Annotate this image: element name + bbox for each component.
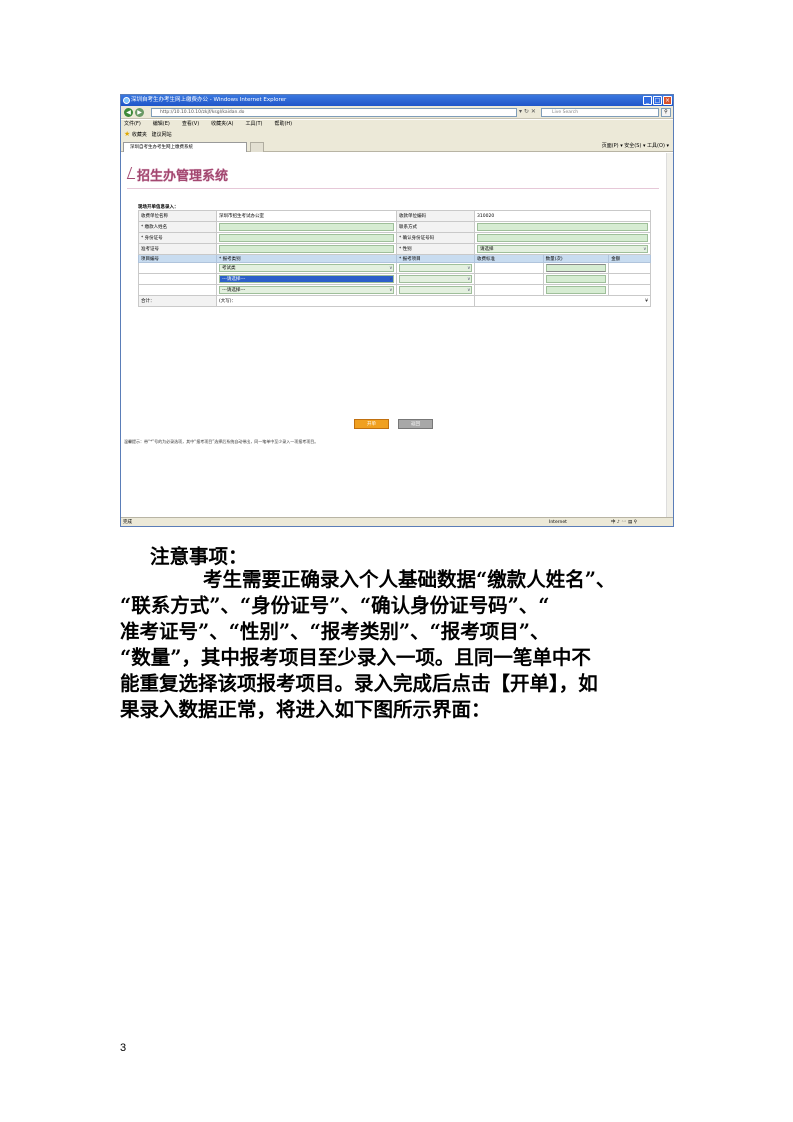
title-divider bbox=[127, 188, 659, 189]
contact-input[interactable] bbox=[477, 223, 648, 231]
org-value: 深圳市招生考试办公室 bbox=[216, 210, 397, 222]
col-project: * 报考项目 bbox=[396, 254, 475, 263]
window-title: 深圳自考生办考生网上缴费办公 - Windows Internet Explor… bbox=[131, 97, 287, 103]
payer-name-input[interactable] bbox=[219, 223, 394, 231]
back-button[interactable]: 返回 bbox=[398, 419, 433, 429]
minimize-button[interactable]: _ bbox=[643, 96, 652, 105]
vertical-scrollbar[interactable] bbox=[666, 153, 673, 517]
tab-tools[interactable]: 页面(P) ▾ 安全(S) ▾ 工具(O) ▾ bbox=[602, 141, 669, 151]
total-value: (大写)： bbox=[216, 295, 475, 307]
paragraph-line-6: 果录入数据正常，将进入如下图所示界面： bbox=[120, 698, 491, 721]
tab-bar: 深圳自考生办考生网上缴费系统 页面(P) ▾ 安全(S) ▾ 工具(O) ▾ bbox=[121, 140, 673, 152]
status-tray-icons: 中 ♪ ◦◦ ▤ ⚲ bbox=[611, 520, 637, 525]
favorites-button[interactable]: 收藏夹 bbox=[132, 132, 147, 138]
col-category: * 报考类别 bbox=[216, 254, 397, 263]
col-fee: 收费标准 bbox=[474, 254, 544, 263]
page-content: 招生办管理系统 现场开单信息录入： 收费单位名称 深圳市招生考试办公室 收款单位… bbox=[121, 153, 666, 517]
total-yuan: ¥ bbox=[474, 295, 651, 307]
project-select[interactable] bbox=[399, 275, 472, 283]
col-amount: 金额 bbox=[608, 254, 651, 263]
menu-view[interactable]: 查看(V) bbox=[182, 120, 199, 129]
menu-file[interactable]: 文件(F) bbox=[124, 120, 141, 129]
status-bar: 完成 Internet 中 ♪ ◦◦ ▤ ⚲ bbox=[121, 517, 673, 526]
browser-tab[interactable]: 深圳自考生办考生网上缴费系统 bbox=[123, 142, 247, 152]
exam-number-input[interactable] bbox=[219, 245, 394, 253]
contact-label: 联系方式 bbox=[396, 221, 475, 233]
security-zone: Internet bbox=[549, 520, 567, 525]
gender-select[interactable]: 请选择 bbox=[477, 245, 648, 253]
system-title: 招生办管理系统 bbox=[137, 169, 229, 184]
new-tab-button[interactable] bbox=[250, 142, 264, 152]
forward-icon[interactable]: ▶ bbox=[135, 108, 144, 117]
payer-label: * 缴款人姓名 bbox=[138, 221, 217, 233]
ie-logo-icon bbox=[123, 97, 130, 104]
back-icon[interactable]: ◀ bbox=[124, 108, 133, 117]
table-row: ---请选择--- bbox=[138, 273, 651, 285]
window-titlebar: 深圳自考生办考生网上缴费办公 - Windows Internet Explor… bbox=[121, 95, 673, 106]
table-row: 考试类 bbox=[138, 262, 651, 274]
category-select[interactable]: 考试类 bbox=[219, 264, 394, 272]
menu-help[interactable]: 帮助(H) bbox=[274, 120, 292, 129]
quantity-input[interactable] bbox=[545, 275, 607, 283]
code-value: 310020 bbox=[474, 210, 651, 222]
close-button[interactable]: × bbox=[663, 96, 672, 105]
open-order-button[interactable]: 开单 bbox=[354, 419, 389, 429]
gender-label: * 性别 bbox=[396, 243, 475, 255]
status-text: 完成 bbox=[123, 520, 132, 525]
id-number-input[interactable] bbox=[219, 234, 394, 242]
col-item-no: 项目编号 bbox=[138, 254, 217, 263]
quantity-input[interactable] bbox=[545, 286, 607, 294]
org-label: 收费单位名称 bbox=[138, 210, 217, 222]
menu-edit[interactable]: 编辑(E) bbox=[153, 120, 170, 129]
menu-favorites[interactable]: 收藏夹(A) bbox=[211, 120, 233, 129]
project-select[interactable] bbox=[399, 286, 472, 294]
hint-text: 温馨提示：带“*”号的为必录选项，其中“报考项目”选择后系统自动带出，同一笔单中… bbox=[124, 439, 319, 444]
menu-bar: 文件(F) 编辑(E) 查看(V) 收藏夹(A) 工具(T) 帮助(H) bbox=[121, 120, 673, 129]
menu-tools[interactable]: 工具(T) bbox=[246, 120, 263, 129]
id-confirm-label: * 确认身份证号码 bbox=[396, 232, 475, 244]
screenshot-frame: 深圳自考生办考生网上缴费办公 - Windows Internet Explor… bbox=[120, 94, 674, 527]
project-select[interactable] bbox=[399, 264, 472, 272]
favorites-bar: ★ 收藏夹 建议网站 bbox=[121, 129, 673, 140]
col-qty: 数量(次) bbox=[542, 254, 610, 263]
id-confirm-input[interactable] bbox=[477, 234, 648, 242]
search-input[interactable]: Live Search bbox=[541, 108, 659, 117]
category-select[interactable]: ---请选择--- bbox=[219, 286, 394, 294]
entry-form: 收费单位名称 深圳市招生考试办公室 收款单位编码 310020 * 缴款人姓名 … bbox=[138, 210, 651, 307]
id-label: * 身份证号 bbox=[138, 232, 217, 244]
table-row: ---请选择--- bbox=[138, 284, 651, 296]
search-icon[interactable]: ⚲ bbox=[661, 108, 671, 117]
exam-label: 准考证号 bbox=[138, 243, 217, 255]
page-number: 3 bbox=[120, 1042, 127, 1054]
suggested-sites-link[interactable]: 建议网站 bbox=[152, 132, 172, 138]
maximize-button[interactable]: □ bbox=[653, 96, 662, 105]
category-select[interactable]: ---请选择--- bbox=[219, 275, 394, 283]
code-label: 收款单位编码 bbox=[396, 210, 475, 222]
url-input[interactable]: http://10.10.10.10/zkjf/ksgl/kaidan.do bbox=[151, 108, 517, 117]
quantity-input[interactable] bbox=[545, 264, 607, 272]
address-bar: ◀ ▶ http://10.10.10.10/zkjf/ksgl/kaidan.… bbox=[121, 106, 673, 119]
total-label: 合计： bbox=[138, 295, 217, 307]
refresh-stop-icon[interactable]: ▾ ↻ ✕ bbox=[519, 108, 536, 115]
star-icon: ★ bbox=[124, 130, 131, 138]
